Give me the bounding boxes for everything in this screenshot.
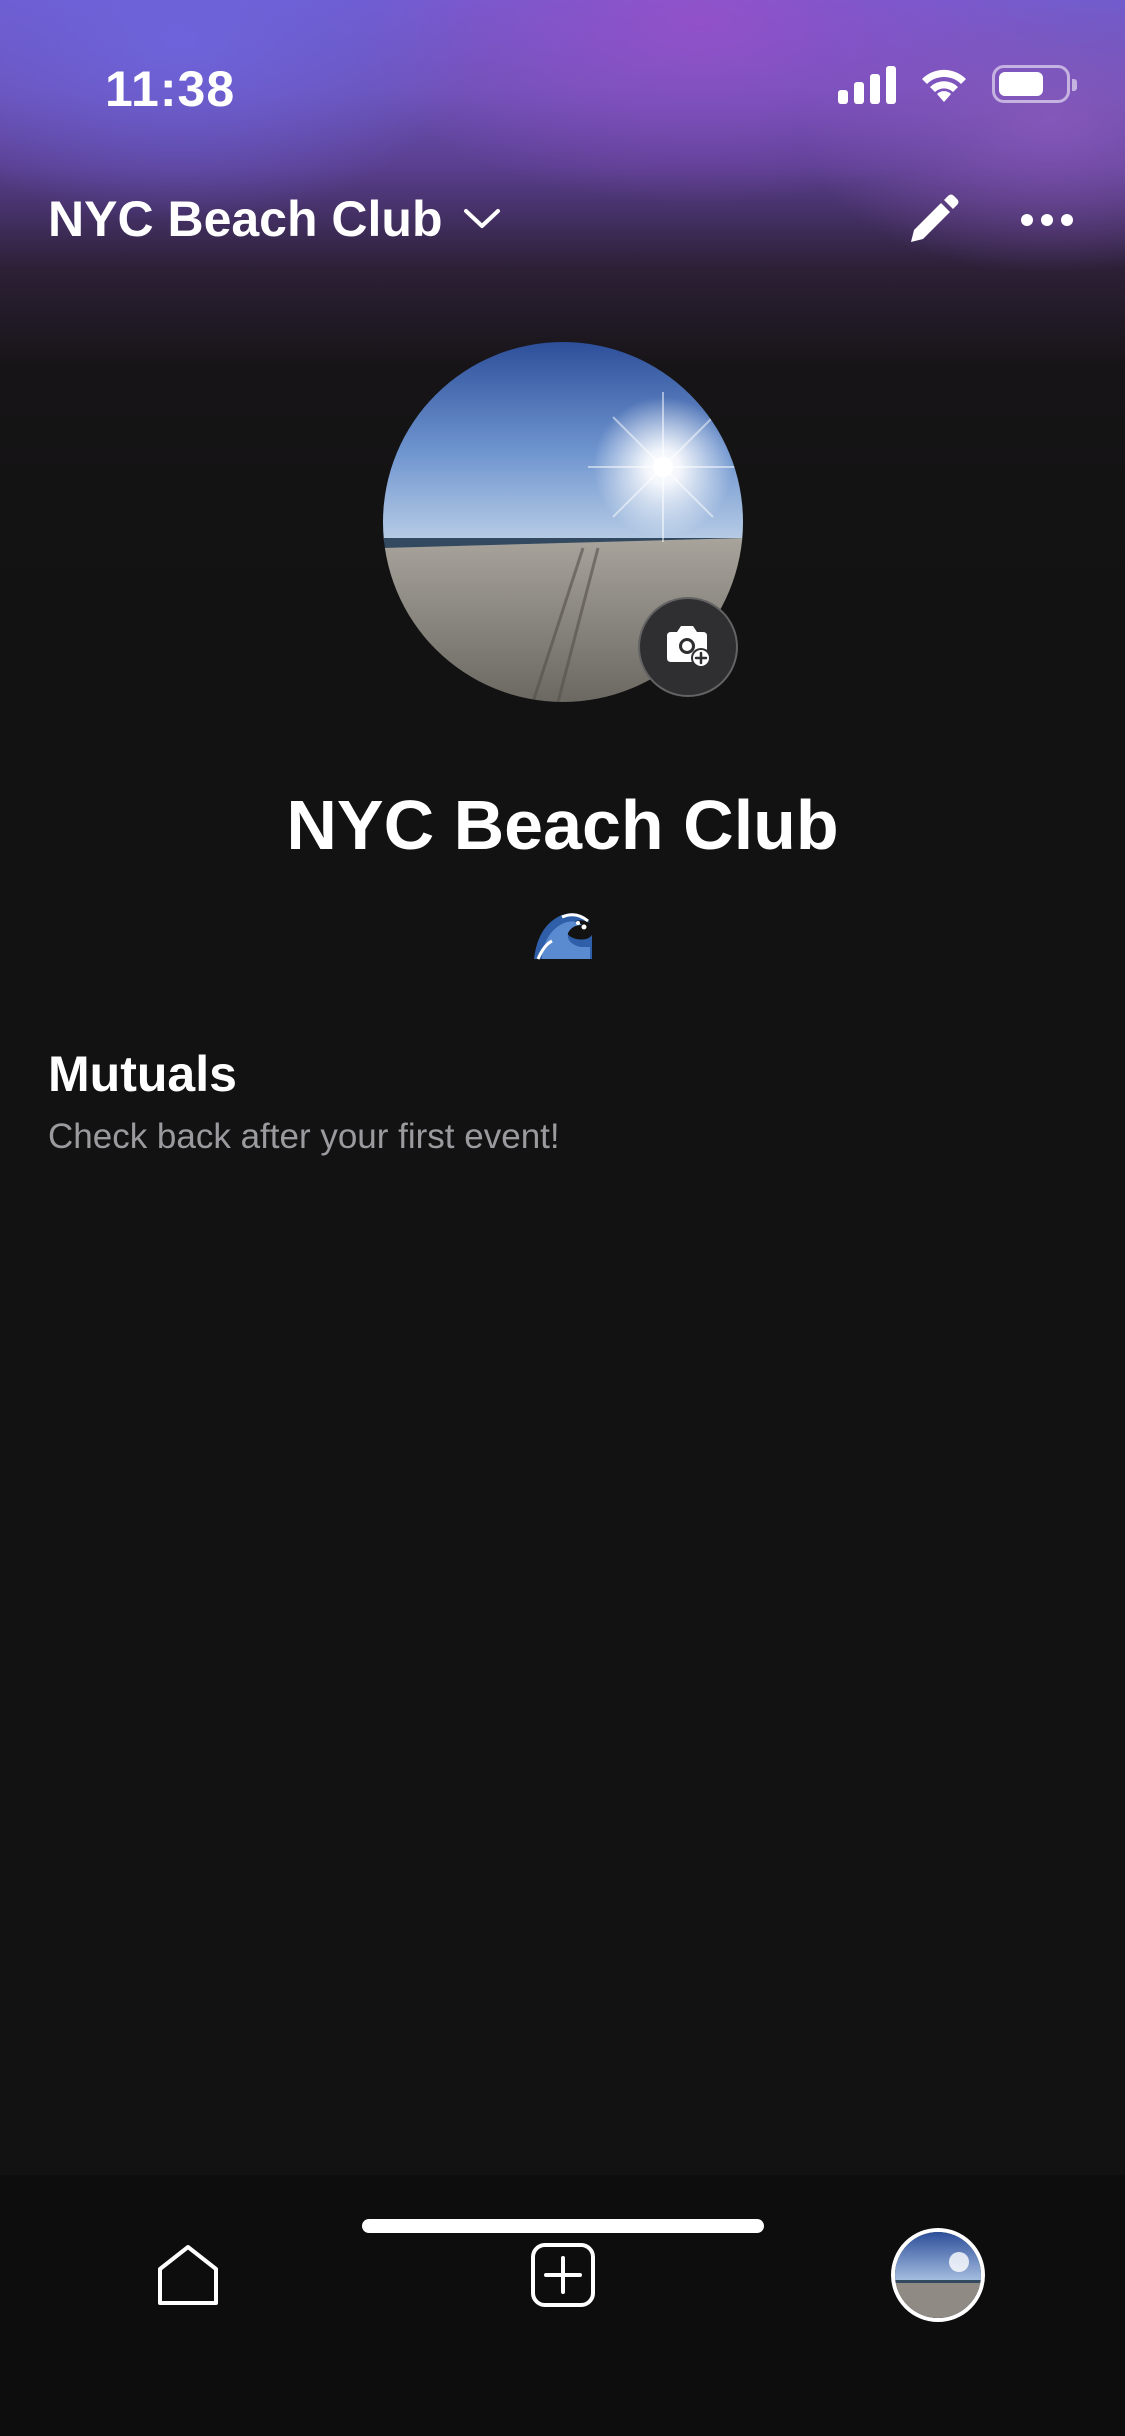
wave-icon — [533, 913, 592, 960]
cellular-signal-icon — [838, 64, 896, 104]
tab-home[interactable] — [128, 2215, 248, 2335]
status-bar: 11:38 — [0, 0, 1125, 130]
wave-emoji: 🌊 — [0, 905, 1125, 970]
tab-profile[interactable] — [878, 2215, 998, 2335]
more-options-button[interactable] — [1021, 213, 1073, 227]
battery-level — [999, 72, 1043, 96]
home-indicator[interactable] — [362, 2219, 764, 2233]
club-avatar-container — [383, 342, 743, 702]
edit-button[interactable] — [905, 192, 961, 248]
mutuals-empty-message: Check back after your first event! — [48, 1117, 560, 1156]
add-square-icon — [531, 2243, 595, 2307]
header-actions — [905, 192, 1073, 248]
battery-icon — [992, 65, 1077, 103]
mutuals-section: Mutuals Check back after your first even… — [48, 1045, 560, 1157]
wifi-icon — [922, 69, 966, 102]
camera-add-icon — [667, 626, 711, 668]
status-time: 11:38 — [105, 61, 236, 117]
mutuals-title: Mutuals — [48, 1046, 237, 1102]
profile-avatar — [891, 2228, 985, 2322]
tab-create[interactable] — [503, 2215, 623, 2335]
top-navigation-bar: NYC Beach Club — [0, 180, 1125, 260]
club-name: NYC Beach Club — [286, 786, 839, 864]
bottom-tab-bar — [0, 2175, 1125, 2436]
club-switcher[interactable]: NYC Beach Club — [48, 190, 501, 248]
status-icons — [838, 64, 1077, 104]
chevron-down-icon — [463, 209, 500, 228]
home-icon — [158, 2245, 218, 2305]
header-title: NYC Beach Club — [48, 191, 443, 247]
club-profile-screen: 11:38 NYC Beach Club NYC Beach Club Mutu… — [0, 0, 1125, 2436]
pencil-icon — [911, 194, 959, 242]
more-horizontal-icon — [1021, 214, 1073, 226]
change-photo-button[interactable] — [638, 597, 738, 697]
